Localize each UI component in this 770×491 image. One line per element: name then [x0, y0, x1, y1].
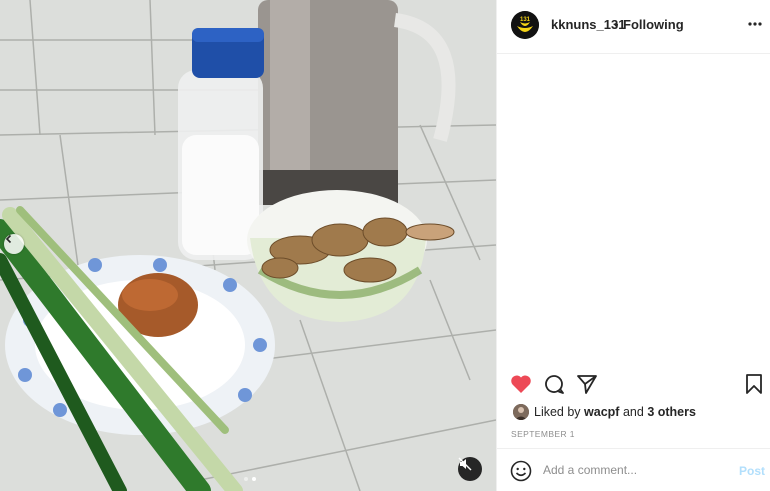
post-comment-button[interactable]: Post — [739, 464, 765, 478]
header-separator: • — [614, 17, 619, 32]
save-button[interactable] — [741, 370, 767, 398]
liked-by-and: and — [622, 405, 644, 419]
liker-avatar[interactable] — [513, 404, 529, 420]
liked-by-summary: Liked by wacpf and 3 others — [513, 403, 696, 421]
smiley-icon — [510, 460, 532, 482]
carousel-indicator — [244, 477, 256, 481]
liked-by-prefix: Liked by — [534, 405, 581, 419]
person-avatar-icon — [513, 404, 529, 420]
post-sidebar: 131 kknuns_131 • Following Liked by wacp… — [496, 0, 770, 491]
bookmark-icon — [746, 374, 762, 394]
avatar[interactable]: 131 — [511, 11, 539, 39]
liked-by-others-link[interactable]: 3 others — [647, 405, 696, 419]
chevron-left-icon — [5, 234, 12, 244]
paper-plane-icon — [577, 375, 597, 394]
comment-input[interactable] — [543, 463, 713, 477]
carousel-dot-active — [252, 477, 256, 481]
emoji-button[interactable] — [510, 460, 532, 482]
following-button[interactable]: Following — [623, 17, 684, 32]
post-media-video[interactable] — [0, 0, 496, 491]
post-date[interactable]: SEPTEMBER 1 — [511, 429, 575, 439]
more-options-button[interactable] — [747, 14, 763, 34]
post-actions — [497, 370, 770, 400]
comment-bar: Post — [497, 448, 770, 491]
carousel-prev-button[interactable] — [4, 234, 24, 254]
comment-button[interactable] — [541, 370, 567, 398]
mute-toggle-button[interactable] — [458, 457, 482, 481]
carousel-dot — [244, 477, 248, 481]
post-header: 131 kknuns_131 • Following — [497, 0, 770, 54]
like-button[interactable] — [508, 370, 534, 398]
brand-logo-icon: 131 — [511, 11, 539, 39]
share-button[interactable] — [574, 370, 600, 398]
avatar-logo-text: 131 — [520, 17, 531, 23]
muted-speaker-icon — [458, 457, 472, 471]
heart-filled-icon — [511, 375, 531, 393]
comment-bubble-icon — [545, 375, 564, 394]
more-horizontal-icon — [748, 22, 762, 26]
video-frame — [0, 0, 496, 491]
liked-by-user-link[interactable]: wacpf — [584, 405, 619, 419]
